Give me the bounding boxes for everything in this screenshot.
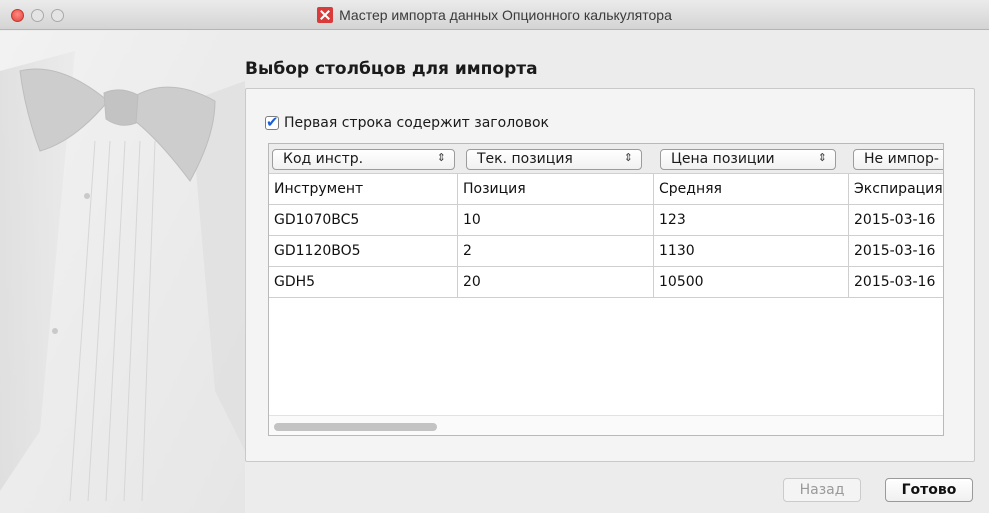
import-preview-table: Код инстр. ⇕ Тек. позиция ⇕ Цена позиции… [268,143,944,436]
table-cell: GD1120BO5 [269,236,458,267]
column-header: Позиция [458,174,654,205]
column-mapping-value: Цена позиции [671,151,775,167]
done-button[interactable]: Готово [885,478,973,502]
table-row[interactable]: GD1120BO5 2 1130 2015-03-16 [269,236,943,267]
table-header-row: Инструмент Позиция Средняя Экспирация [269,174,943,205]
select-arrows-icon: ⇕ [817,151,827,164]
back-button[interactable]: Назад [783,478,861,502]
scrollbar-thumb[interactable] [274,423,437,431]
window-title-container: Мастер импорта данных Опционного калькул… [0,7,989,23]
table-cell: 123 [654,205,849,236]
select-arrows-icon: ⇕ [436,151,446,164]
first-row-header-label: Первая строка содержит заголовок [284,115,550,131]
column-header: Средняя [654,174,849,205]
column-mapping-select-2[interactable]: Тек. позиция ⇕ [466,149,642,170]
column-mapping-select-4[interactable]: Не импор- [853,149,943,170]
first-row-header-option[interactable]: Первая строка содержит заголовок [265,113,550,131]
table-cell: 1130 [654,236,849,267]
table-cell: 2 [458,236,654,267]
table-cell: GD1070BC5 [269,205,458,236]
table-row[interactable]: GD1070BC5 10 123 2015-03-16 [269,205,943,236]
column-header: Экспирация [854,181,943,197]
page-title: Выбор столбцов для импорта [245,59,538,79]
table-cell: 20 [458,267,654,298]
window-title: Мастер импорта данных Опционного калькул… [339,7,672,23]
column-mapping-value: Тек. позиция [477,151,573,167]
column-mapping-row: Код инстр. ⇕ Тек. позиция ⇕ Цена позиции… [269,144,943,174]
table-row[interactable]: GDH5 20 10500 2015-03-16 [269,267,943,298]
column-mapping-select-1[interactable]: Код инстр. ⇕ [272,149,455,170]
table-cell: 2015-03-16 [854,212,936,228]
table-cell: 10 [458,205,654,236]
column-mapping-value: Не импор- [864,151,939,167]
column-header: Инструмент [269,174,458,205]
import-wizard-window: Мастер импорта данных Опционного калькул… [0,0,989,513]
table-cell: 2015-03-16 [854,274,936,290]
wizard-side-illustration [0,31,245,513]
table-cell: 10500 [654,267,849,298]
first-row-header-checkbox[interactable] [265,113,279,131]
tuxedo-bowtie-illustration [0,31,245,513]
table-cell: 2015-03-16 [854,243,936,259]
column-mapping-select-3[interactable]: Цена позиции ⇕ [660,149,836,170]
column-mapping-value: Код инстр. [283,151,364,167]
horizontal-scrollbar[interactable] [269,415,943,435]
app-logo-icon [317,7,334,23]
title-bar: Мастер импорта данных Опционного калькул… [0,0,989,30]
table-cell: GDH5 [269,267,458,298]
select-arrows-icon: ⇕ [623,151,633,164]
